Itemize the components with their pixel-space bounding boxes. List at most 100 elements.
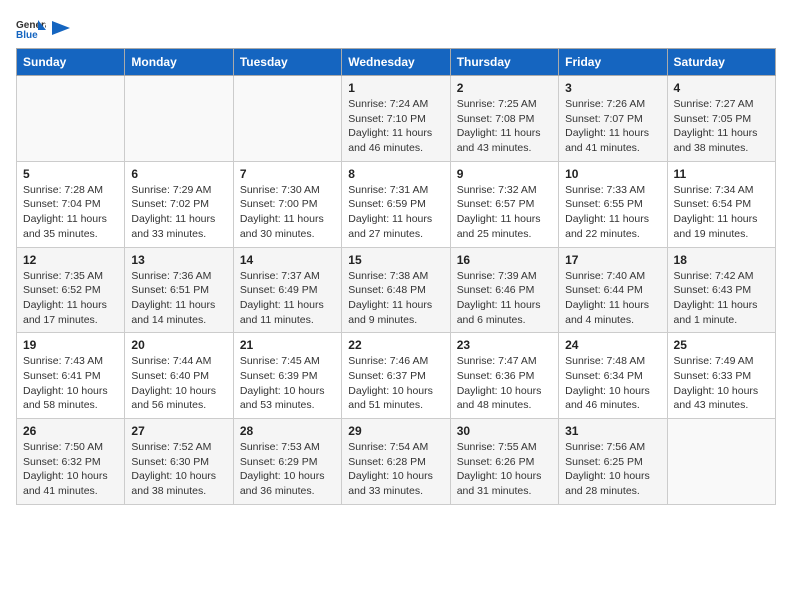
day-number: 22 (348, 338, 443, 352)
day-info: Sunrise: 7:47 AM Sunset: 6:36 PM Dayligh… (457, 354, 552, 413)
calendar-table: SundayMondayTuesdayWednesdayThursdayFrid… (16, 48, 776, 505)
day-info: Sunrise: 7:27 AM Sunset: 7:05 PM Dayligh… (674, 97, 769, 156)
calendar-cell: 16 Sunrise: 7:39 AM Sunset: 6:46 PM Dayli… (450, 247, 558, 333)
day-number: 11 (674, 167, 769, 181)
calendar-cell: 2Sunrise: 7:25 AM Sunset: 7:08 PM Daylig… (450, 76, 558, 162)
day-number: 5 (23, 167, 118, 181)
day-number: 21 (240, 338, 335, 352)
day-info: Sunrise: 7:36 AM Sunset: 6:51 PM Dayligh… (131, 269, 226, 328)
calendar-cell: 14 Sunrise: 7:37 AM Sunset: 6:49 PM Dayli… (233, 247, 341, 333)
calendar-cell: 17Sunrise: 7:40 AM Sunset: 6:44 PM Dayli… (559, 247, 667, 333)
calendar-cell: 22 Sunrise: 7:46 AM Sunset: 6:37 PM Dayli… (342, 333, 450, 419)
calendar-cell: 3 Sunrise: 7:26 AM Sunset: 7:07 PM Daylig… (559, 76, 667, 162)
calendar-cell: 8Sunrise: 7:31 AM Sunset: 6:59 PM Daylig… (342, 161, 450, 247)
logo-arrow-icon (52, 21, 70, 35)
calendar-cell (667, 419, 775, 505)
calendar-cell: 20Sunrise: 7:44 AM Sunset: 6:40 PM Dayli… (125, 333, 233, 419)
day-number: 7 (240, 167, 335, 181)
day-number: 6 (131, 167, 226, 181)
calendar-cell: 5 Sunrise: 7:28 AM Sunset: 7:04 PM Daylig… (17, 161, 125, 247)
weekday-header-row: SundayMondayTuesdayWednesdayThursdayFrid… (17, 49, 776, 76)
svg-text:Blue: Blue (16, 30, 38, 40)
calendar-cell (17, 76, 125, 162)
day-info: Sunrise: 7:53 AM Sunset: 6:29 PM Dayligh… (240, 440, 335, 499)
calendar-cell: 31 Sunrise: 7:56 AM Sunset: 6:25 PM Dayli… (559, 419, 667, 505)
weekday-header-wednesday: Wednesday (342, 49, 450, 76)
calendar-cell: 26 Sunrise: 7:50 AM Sunset: 6:32 PM Dayli… (17, 419, 125, 505)
day-number: 4 (674, 81, 769, 95)
calendar-week-row: 5 Sunrise: 7:28 AM Sunset: 7:04 PM Daylig… (17, 161, 776, 247)
weekday-header-thursday: Thursday (450, 49, 558, 76)
day-info: Sunrise: 7:35 AM Sunset: 6:52 PM Dayligh… (23, 269, 118, 328)
calendar-week-row: 26 Sunrise: 7:50 AM Sunset: 6:32 PM Dayli… (17, 419, 776, 505)
weekday-header-monday: Monday (125, 49, 233, 76)
calendar-cell: 30 Sunrise: 7:55 AM Sunset: 6:26 PM Dayli… (450, 419, 558, 505)
day-number: 27 (131, 424, 226, 438)
weekday-header-sunday: Sunday (17, 49, 125, 76)
day-info: Sunrise: 7:46 AM Sunset: 6:37 PM Dayligh… (348, 354, 443, 413)
day-info: Sunrise: 7:50 AM Sunset: 6:32 PM Dayligh… (23, 440, 118, 499)
day-info: Sunrise: 7:34 AM Sunset: 6:54 PM Dayligh… (674, 183, 769, 242)
day-info: Sunrise: 7:29 AM Sunset: 7:02 PM Dayligh… (131, 183, 226, 242)
day-number: 14 (240, 253, 335, 267)
weekday-header-tuesday: Tuesday (233, 49, 341, 76)
calendar-cell: 21 Sunrise: 7:45 AM Sunset: 6:39 PM Dayli… (233, 333, 341, 419)
day-info: Sunrise: 7:42 AM Sunset: 6:43 PM Dayligh… (674, 269, 769, 328)
day-info: Sunrise: 7:54 AM Sunset: 6:28 PM Dayligh… (348, 440, 443, 499)
day-info: Sunrise: 7:24 AM Sunset: 7:10 PM Dayligh… (348, 97, 443, 156)
calendar-cell: 6 Sunrise: 7:29 AM Sunset: 7:02 PM Daylig… (125, 161, 233, 247)
day-info: Sunrise: 7:26 AM Sunset: 7:07 PM Dayligh… (565, 97, 660, 156)
day-number: 20 (131, 338, 226, 352)
calendar-week-row: 1 Sunrise: 7:24 AM Sunset: 7:10 PM Daylig… (17, 76, 776, 162)
calendar-cell: 11 Sunrise: 7:34 AM Sunset: 6:54 PM Dayli… (667, 161, 775, 247)
day-info: Sunrise: 7:55 AM Sunset: 6:26 PM Dayligh… (457, 440, 552, 499)
day-info: Sunrise: 7:31 AM Sunset: 6:59 PM Dayligh… (348, 183, 443, 242)
day-number: 24 (565, 338, 660, 352)
day-info: Sunrise: 7:32 AM Sunset: 6:57 PM Dayligh… (457, 183, 552, 242)
calendar-cell: 9 Sunrise: 7:32 AM Sunset: 6:57 PM Daylig… (450, 161, 558, 247)
logo-icon: General Blue (16, 16, 46, 40)
calendar-cell: 23Sunrise: 7:47 AM Sunset: 6:36 PM Dayli… (450, 333, 558, 419)
calendar-cell: 15Sunrise: 7:38 AM Sunset: 6:48 PM Dayli… (342, 247, 450, 333)
day-info: Sunrise: 7:28 AM Sunset: 7:04 PM Dayligh… (23, 183, 118, 242)
calendar-body: 1 Sunrise: 7:24 AM Sunset: 7:10 PM Daylig… (17, 76, 776, 505)
day-number: 19 (23, 338, 118, 352)
calendar-cell: 13 Sunrise: 7:36 AM Sunset: 6:51 PM Dayli… (125, 247, 233, 333)
day-info: Sunrise: 7:30 AM Sunset: 7:00 PM Dayligh… (240, 183, 335, 242)
calendar-cell: 28 Sunrise: 7:53 AM Sunset: 6:29 PM Dayli… (233, 419, 341, 505)
calendar-cell: 19Sunrise: 7:43 AM Sunset: 6:41 PM Dayli… (17, 333, 125, 419)
day-number: 31 (565, 424, 660, 438)
weekday-header-saturday: Saturday (667, 49, 775, 76)
day-number: 9 (457, 167, 552, 181)
day-info: Sunrise: 7:39 AM Sunset: 6:46 PM Dayligh… (457, 269, 552, 328)
logo-general-text (50, 19, 70, 37)
calendar-cell (233, 76, 341, 162)
header: General Blue (16, 16, 776, 40)
weekday-header-friday: Friday (559, 49, 667, 76)
day-info: Sunrise: 7:56 AM Sunset: 6:25 PM Dayligh… (565, 440, 660, 499)
calendar-cell: 12Sunrise: 7:35 AM Sunset: 6:52 PM Dayli… (17, 247, 125, 333)
calendar-week-row: 12Sunrise: 7:35 AM Sunset: 6:52 PM Dayli… (17, 247, 776, 333)
calendar-cell: 10Sunrise: 7:33 AM Sunset: 6:55 PM Dayli… (559, 161, 667, 247)
day-info: Sunrise: 7:38 AM Sunset: 6:48 PM Dayligh… (348, 269, 443, 328)
calendar-cell (125, 76, 233, 162)
day-info: Sunrise: 7:45 AM Sunset: 6:39 PM Dayligh… (240, 354, 335, 413)
day-info: Sunrise: 7:48 AM Sunset: 6:34 PM Dayligh… (565, 354, 660, 413)
calendar-header: SundayMondayTuesdayWednesdayThursdayFrid… (17, 49, 776, 76)
calendar-week-row: 19Sunrise: 7:43 AM Sunset: 6:41 PM Dayli… (17, 333, 776, 419)
day-number: 26 (23, 424, 118, 438)
day-number: 1 (348, 81, 443, 95)
day-info: Sunrise: 7:37 AM Sunset: 6:49 PM Dayligh… (240, 269, 335, 328)
day-number: 25 (674, 338, 769, 352)
calendar-cell: 29Sunrise: 7:54 AM Sunset: 6:28 PM Dayli… (342, 419, 450, 505)
day-number: 13 (131, 253, 226, 267)
day-number: 16 (457, 253, 552, 267)
calendar-cell: 1 Sunrise: 7:24 AM Sunset: 7:10 PM Daylig… (342, 76, 450, 162)
day-number: 28 (240, 424, 335, 438)
day-number: 30 (457, 424, 552, 438)
day-info: Sunrise: 7:33 AM Sunset: 6:55 PM Dayligh… (565, 183, 660, 242)
calendar-cell: 18 Sunrise: 7:42 AM Sunset: 6:43 PM Dayli… (667, 247, 775, 333)
day-number: 3 (565, 81, 660, 95)
day-info: Sunrise: 7:52 AM Sunset: 6:30 PM Dayligh… (131, 440, 226, 499)
day-number: 18 (674, 253, 769, 267)
